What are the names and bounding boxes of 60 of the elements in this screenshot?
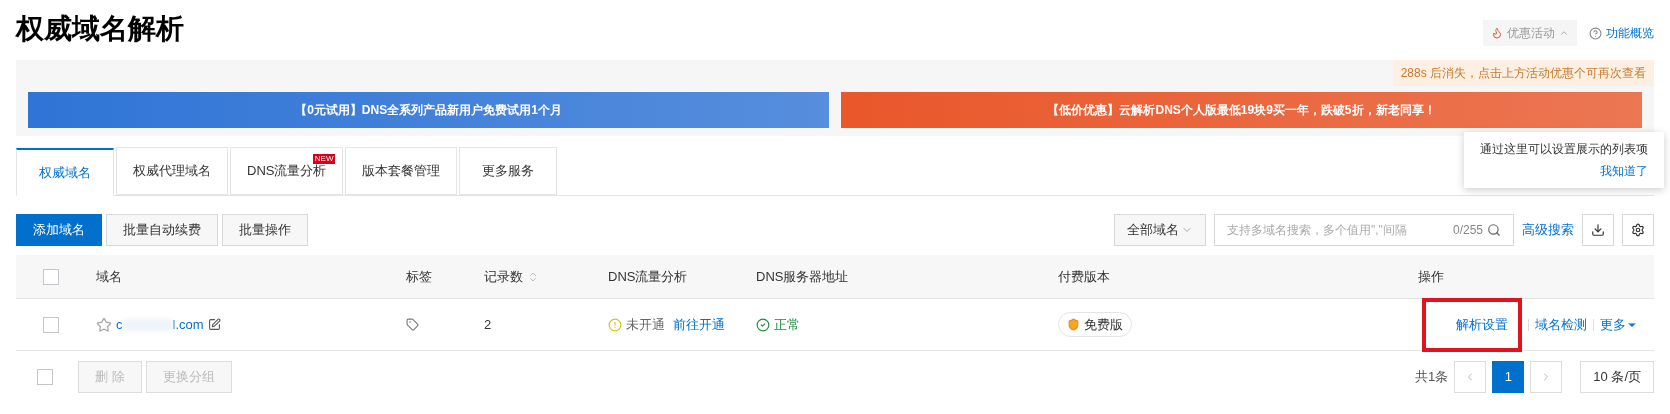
promo-dropdown[interactable]: 优惠活动 (1483, 20, 1577, 46)
got-it-link[interactable]: 我知道了 (1600, 162, 1648, 180)
checkbox[interactable] (37, 369, 53, 385)
column-header: DNS流量分析 (608, 267, 688, 286)
checkbox[interactable] (43, 316, 59, 333)
tag-icon[interactable] (406, 318, 419, 331)
page-size-select[interactable]: 10 条/页 (1580, 361, 1654, 393)
settings-icon (1631, 223, 1645, 237)
tab[interactable]: 权威代理域名 (116, 147, 228, 195)
settings-button[interactable] (1622, 214, 1654, 246)
column-header: 域名 (96, 267, 122, 286)
flame-icon (1491, 27, 1503, 39)
search-box[interactable]: 支持多域名搜索，多个值用","间隔 0/255 (1214, 214, 1514, 246)
column-header: DNS服务器地址 (756, 267, 849, 286)
shield-icon (1067, 318, 1080, 331)
promo-banner[interactable]: 【0元试用】DNS全系列产品新用户免费试用1个月 (28, 92, 829, 128)
traffic-status: 未开通 (626, 315, 665, 334)
toolbar-button[interactable]: 添加域名 (16, 214, 102, 246)
advanced-search-link[interactable]: 高级搜索 (1522, 220, 1574, 240)
total-count: 共1条 (1415, 368, 1449, 387)
check-circle-icon (756, 317, 770, 332)
domain-link[interactable]: l.com (172, 314, 204, 335)
char-count: 0/255 (1452, 222, 1483, 239)
toolbar-button[interactable]: 批量操作 (222, 214, 308, 246)
enable-link[interactable]: 前往开通 (673, 314, 725, 335)
toolbar-button[interactable]: 批量自动续费 (106, 214, 218, 246)
row-action-link[interactable]: 域名检测 (1535, 314, 1587, 335)
domain-link[interactable]: c (116, 314, 123, 335)
checkbox[interactable] (43, 268, 59, 285)
search-icon (1487, 223, 1501, 237)
row-action-link[interactable]: 更多 (1600, 314, 1638, 335)
record-count: 2 (484, 316, 492, 332)
column-header: 操作 (1418, 267, 1444, 286)
prev-page-button[interactable] (1454, 361, 1487, 393)
column-header: 记录数 (484, 267, 523, 286)
tab[interactable]: 权威域名 (16, 148, 114, 196)
star-icon[interactable] (96, 316, 112, 333)
next-page-button[interactable] (1530, 361, 1563, 393)
tab[interactable]: 更多服务 (459, 147, 558, 195)
popover-text: 通过这里可以设置展示的列表项 (1480, 141, 1648, 158)
tab[interactable]: 版本套餐管理 (345, 147, 458, 195)
promo-banner[interactable]: 【低价优惠】云解析DNS个人版最低19块9买一年，跌破5折，新老同享！ (841, 92, 1642, 128)
countdown-notice: 288s 后消失，点击上方活动优惠个可再次查看 (1392, 60, 1654, 86)
edit-icon[interactable] (207, 318, 221, 331)
row-action-link[interactable]: 解析设置 (1456, 314, 1508, 335)
help-icon (1589, 26, 1602, 40)
page-title: 权威域名解析 (16, 12, 184, 46)
download-icon (1591, 223, 1605, 237)
download-button[interactable] (1582, 214, 1614, 246)
column-header: 付费版本 (1058, 267, 1110, 286)
domain-filter[interactable]: 全部域名 (1114, 214, 1206, 246)
dns-status: 正常 (774, 315, 800, 334)
help-link[interactable]: 功能概览 (1589, 24, 1654, 42)
page-button[interactable]: 1 (1492, 361, 1525, 393)
caret-icon (1559, 28, 1569, 38)
column-header: 标签 (406, 267, 432, 286)
new-badge: NEW (312, 154, 336, 164)
search-field[interactable]: 支持多域名搜索，多个值用","间隔 (1227, 221, 1449, 239)
sort-icon[interactable] (527, 270, 539, 283)
warning-icon (608, 317, 622, 332)
